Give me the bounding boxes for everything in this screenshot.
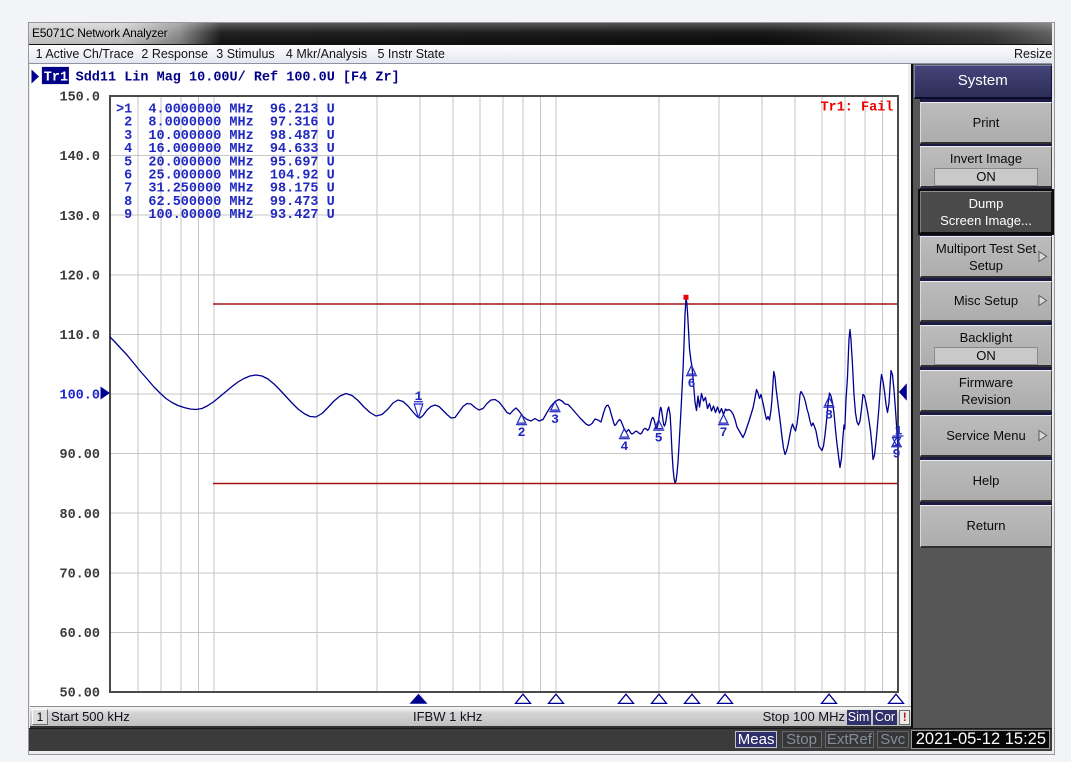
svg-text:90.00: 90.00 [59,448,100,463]
svg-text:7: 7 [720,425,728,440]
svg-text:9: 9 [893,447,901,462]
svg-text:2: 2 [518,425,526,440]
svg-text:50.00: 50.00 [59,687,100,702]
svg-text:5: 5 [655,431,663,446]
svg-text:60.00: 60.00 [59,627,100,642]
svg-text:70.00: 70.00 [59,567,100,582]
svg-text:120.0: 120.0 [59,269,100,284]
svg-text:140.0: 140.0 [59,150,100,165]
svg-text:8: 8 [825,408,833,423]
svg-text:110.0: 110.0 [59,329,100,344]
svg-text:150.0: 150.0 [59,91,100,106]
svg-text:80.00: 80.00 [59,508,100,523]
svg-text:4: 4 [620,439,628,454]
svg-text:6: 6 [688,376,696,391]
svg-text:Tr1: Fail: Tr1: Fail [821,101,894,116]
svg-text:Tr1: Tr1 [44,71,68,86]
svg-text:130.0: 130.0 [59,210,100,225]
svg-text:100.0: 100.0 [59,389,100,404]
svg-text:9 100.00000 MHz 93.427 U: 9 100.00000 MHz 93.427 U [116,208,335,223]
svg-text:Sdd11 Lin Mag 10.00U/ Ref 100.: Sdd11 Lin Mag 10.00U/ Ref 100.0U [F4 Zr] [76,71,400,86]
svg-text:3: 3 [551,412,559,427]
svg-text:1: 1 [415,389,423,404]
